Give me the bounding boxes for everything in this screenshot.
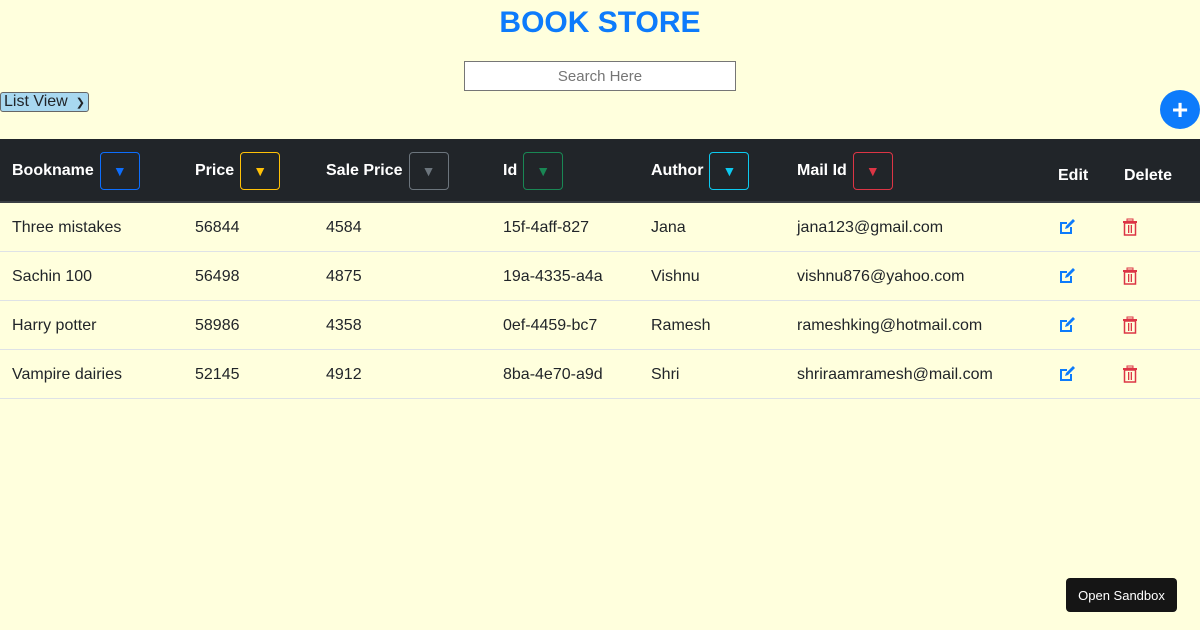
cell-mail: vishnu876@yahoo.com bbox=[797, 268, 965, 285]
page-title: BOOK STORE bbox=[499, 6, 701, 39]
column-label: Bookname bbox=[12, 162, 94, 179]
cell-price: 56844 bbox=[195, 219, 240, 236]
cell-author: Vishnu bbox=[651, 268, 700, 285]
column-header-author: Author ▼ bbox=[651, 152, 750, 190]
column-label: Price bbox=[195, 162, 235, 179]
column-header-price: Price ▼ bbox=[195, 152, 281, 190]
chevron-down-icon: ❯ bbox=[75, 96, 85, 109]
cell-sale-price: 4875 bbox=[326, 268, 362, 285]
edit-icon[interactable] bbox=[1058, 267, 1076, 290]
cell-mail: jana123@gmail.com bbox=[797, 219, 944, 236]
cell-bookname: Harry potter bbox=[12, 317, 97, 334]
trash-icon[interactable] bbox=[1122, 267, 1138, 290]
sort-button[interactable]: ▼ bbox=[852, 152, 893, 190]
column-header-edit: Edit bbox=[1058, 167, 1088, 185]
column-header-sale-price: Sale Price ▼ bbox=[326, 152, 449, 190]
edit-icon[interactable] bbox=[1058, 316, 1076, 339]
add-book-button[interactable]: + bbox=[1160, 90, 1200, 129]
cell-sale-price: 4912 bbox=[326, 366, 362, 383]
cell-id: 19a-4335-a4a bbox=[503, 268, 603, 285]
column-header-id: Id ▼ bbox=[503, 152, 564, 190]
view-select[interactable]: List View ❯ bbox=[0, 92, 89, 112]
table-row: Sachin 100 56498 4875 19a-4335-a4a Vishnu vis… bbox=[0, 252, 1200, 301]
cell-bookname: Three mistakes bbox=[12, 219, 122, 236]
cell-price: 52145 bbox=[195, 366, 240, 383]
sort-button[interactable]: ▼ bbox=[523, 152, 564, 190]
cell-id: 8ba-4e70-a9d bbox=[503, 366, 603, 383]
view-select-value: List View bbox=[4, 93, 68, 110]
column-label: Delete bbox=[1124, 167, 1173, 184]
cell-mail: rameshking@hotmail.com bbox=[797, 317, 983, 334]
cell-author: Shri bbox=[651, 366, 680, 383]
open-sandbox-button[interactable]: Open Sandbox bbox=[1066, 578, 1177, 612]
cell-id: 0ef-4459-bc7 bbox=[503, 317, 598, 334]
column-label: Edit bbox=[1058, 167, 1089, 184]
edit-icon[interactable] bbox=[1058, 218, 1076, 241]
cell-price: 56498 bbox=[195, 268, 240, 285]
column-header-bookname: Bookname ▼ bbox=[12, 152, 140, 190]
table-row: Three mistakes 56844 4584 15f-4aff-827 Jana j… bbox=[0, 203, 1200, 252]
cell-id: 15f-4aff-827 bbox=[503, 219, 589, 236]
column-label: Id bbox=[503, 162, 518, 179]
search-input[interactable] bbox=[464, 61, 736, 91]
sort-button[interactable]: ▼ bbox=[99, 152, 140, 190]
sort-button[interactable]: ▼ bbox=[408, 152, 449, 190]
table-header: Bookname ▼ Price ▼ Sale Price ▼ Id ▼ Author ▼ Mail… bbox=[0, 139, 1200, 203]
sort-button[interactable]: ▼ bbox=[240, 152, 281, 190]
table-row: Vampire dairies 52145 4912 8ba-4e70-a9d Shri… bbox=[0, 350, 1200, 399]
trash-icon[interactable] bbox=[1122, 218, 1138, 241]
edit-icon[interactable] bbox=[1058, 365, 1076, 388]
column-label: Sale Price bbox=[326, 162, 403, 179]
trash-icon[interactable] bbox=[1122, 316, 1138, 339]
cell-author: Jana bbox=[651, 219, 686, 236]
cell-sale-price: 4584 bbox=[326, 219, 362, 236]
table-row: Harry potter 58986 4358 0ef-4459-bc7 Ramesh r… bbox=[0, 301, 1200, 350]
column-header-delete: Delete bbox=[1124, 167, 1172, 185]
column-label: Mail Id bbox=[797, 162, 847, 179]
cell-mail: shriraamramesh@mail.com bbox=[797, 366, 993, 383]
cell-price: 58986 bbox=[195, 317, 240, 334]
cell-sale-price: 4358 bbox=[326, 317, 362, 334]
column-label: Author bbox=[651, 162, 704, 179]
column-header-mail-id: Mail Id ▼ bbox=[797, 152, 893, 190]
cell-bookname: Sachin 100 bbox=[12, 268, 93, 285]
trash-icon[interactable] bbox=[1122, 365, 1138, 388]
cell-author: Ramesh bbox=[651, 317, 711, 334]
sort-button[interactable]: ▼ bbox=[709, 152, 750, 190]
cell-bookname: Vampire dairies bbox=[12, 366, 122, 383]
